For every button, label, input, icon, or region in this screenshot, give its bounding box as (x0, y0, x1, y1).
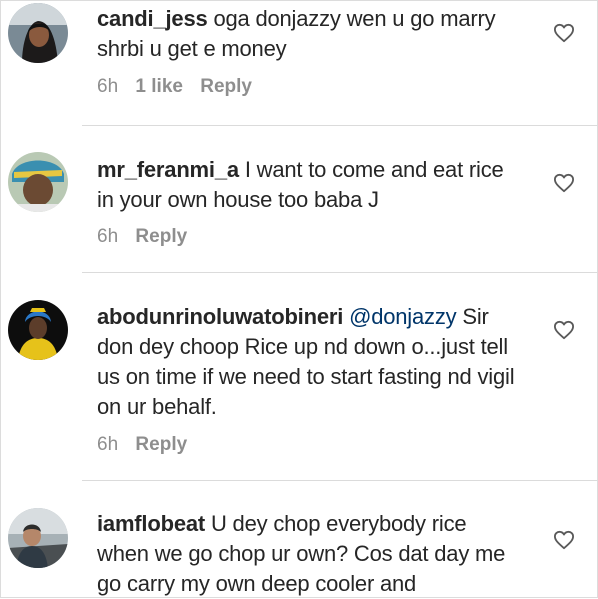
avatar[interactable] (8, 508, 68, 568)
comment-likes[interactable]: 1 like (135, 76, 183, 97)
comment-time: 6h (97, 226, 119, 247)
comment-body: mr_feranmi_a I want to come and eat rice… (97, 155, 517, 215)
avatar[interactable] (8, 3, 68, 63)
divider (82, 480, 598, 481)
man-avatar-icon (8, 152, 68, 212)
avatar[interactable] (8, 152, 68, 212)
heart-icon[interactable] (553, 320, 575, 340)
reply-button[interactable]: Reply (135, 434, 187, 455)
reply-button[interactable]: Reply (200, 76, 252, 97)
comment-time: 6h (97, 434, 119, 455)
comment-body: candi_jess oga donjazzy wen u go marry s… (97, 4, 517, 64)
reply-button[interactable]: Reply (135, 226, 187, 247)
comment-time: 6h (97, 76, 119, 97)
man-car-avatar-icon (8, 508, 68, 568)
heart-icon[interactable] (553, 530, 575, 550)
comment-meta: 6h 1 like Reply (97, 76, 264, 98)
comment-username[interactable]: mr_feranmi_a (97, 157, 239, 182)
avatar[interactable] (8, 300, 68, 360)
woman-avatar-icon (8, 3, 68, 63)
heart-icon[interactable] (553, 173, 575, 193)
woman-yellow-avatar-icon (8, 300, 68, 360)
comment-meta: 6h Reply (97, 434, 199, 456)
divider (82, 272, 598, 273)
heart-icon[interactable] (553, 23, 575, 43)
divider (82, 125, 598, 126)
comment-body: abodunrinoluwatobineri @donjazzy Sir don… (97, 302, 517, 422)
comment-username[interactable]: abodunrinoluwatobineri (97, 304, 343, 329)
comment-meta: 6h Reply (97, 226, 199, 248)
comment-username[interactable]: candi_jess (97, 6, 208, 31)
comment-username[interactable]: iamflobeat (97, 511, 205, 536)
comment-body: iamflobeat U dey chop everybody rice whe… (97, 509, 517, 599)
comment-mention[interactable]: @donjazzy (349, 304, 457, 329)
